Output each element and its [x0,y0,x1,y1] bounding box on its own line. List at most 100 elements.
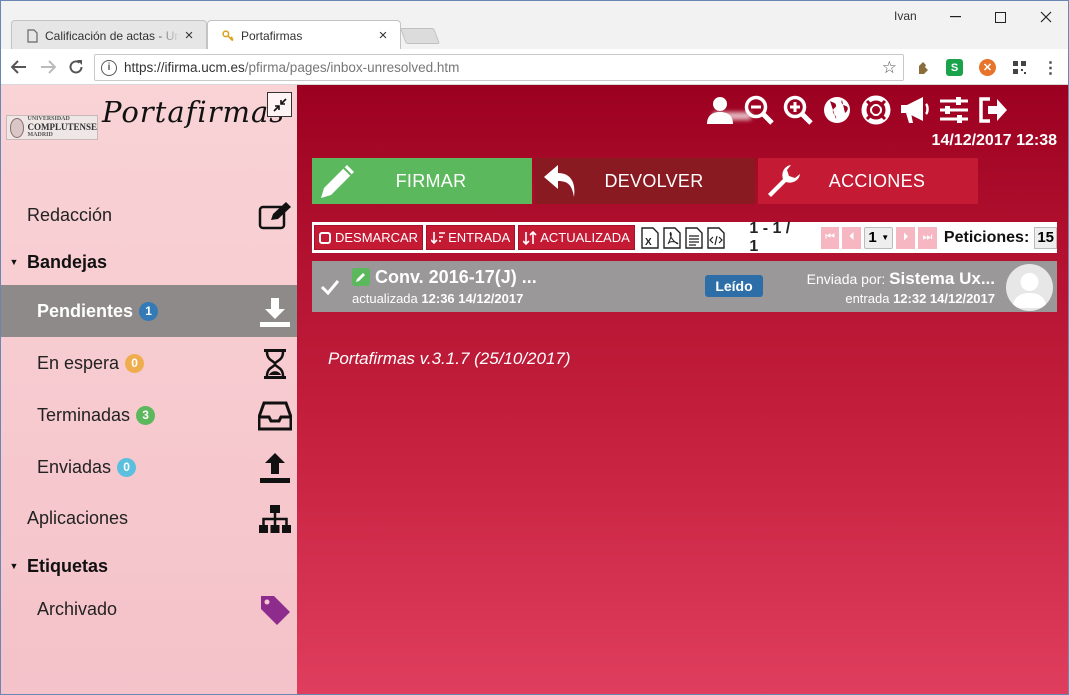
pencil-icon [316,158,360,204]
request-updated: actualizada 12:36 14/12/2017 [352,291,523,306]
tab-title: Calificación de actas - Un [45,28,180,43]
export-pdf-icon[interactable] [663,226,682,249]
sidebar-item-pendientes[interactable]: Pendientes 1 [1,285,297,337]
export-excel-icon[interactable]: X [641,226,660,249]
avatar [1006,264,1053,311]
page-select[interactable]: 1 ▼ [864,226,894,249]
current-datetime: 14/12/2017 12:38 [931,132,1057,149]
close-window-button[interactable] [1023,6,1068,28]
button-label: DEVOLVER [604,170,704,191]
extension-s-icon[interactable]: S [946,59,963,76]
tab-close-button[interactable]: × [180,27,198,44]
sidebar-item-archivado[interactable]: Archivado [1,583,297,635]
tab-portafirmas[interactable]: Portafirmas × [207,20,401,50]
zoom-in-icon[interactable] [781,94,814,127]
status-badge: Leído [705,275,763,297]
next-page-button[interactable]: ⏵ [896,226,916,249]
megaphone-icon[interactable] [898,94,931,127]
section-bandejas[interactable]: ▼ Bandejas [1,247,297,277]
list-toolbar: DESMARCAR ENTRADA ACTUALIZADA X 1 - 1 / … [312,219,1058,255]
reply-arrow-icon [539,158,583,204]
sender-value: Sistema Ux... [889,269,995,288]
app-title: Portafirmas [102,95,286,129]
svg-text:X: X [645,237,652,248]
maximize-button[interactable] [977,6,1023,28]
button-label: ACCIONES [828,170,926,191]
bookmark-star-icon[interactable]: ☆ [882,58,897,78]
sidebar-item-label: Redacción [27,204,113,225]
settings-sliders-icon[interactable] [937,94,970,127]
key-icon [222,29,234,43]
url-host: https://ifirma.ucm.es [124,60,245,75]
forward-button[interactable] [38,57,58,77]
sidebar-item-label: Terminadas [37,404,131,425]
request-row[interactable]: Conv. 2016-17(J) ... actualizada 12:36 1… [312,261,1057,312]
tab-calificacion[interactable]: Calificación de actas - Un × [11,20,207,50]
extension-scanner-icon[interactable] [915,59,932,76]
logout-icon[interactable] [976,94,1009,127]
sitemap-icon [258,502,292,536]
count-badge: 1 [139,301,159,321]
globe-icon[interactable] [820,94,853,127]
zoom-out-icon[interactable] [742,94,775,127]
profile-name[interactable]: Ivan [894,9,917,23]
caret-down-icon: ▼ [9,561,19,571]
updated-label: actualizada [352,291,418,306]
firmar-button[interactable]: FIRMAR [312,158,532,204]
last-page-button[interactable]: ⏭ [918,226,937,249]
main-panel: 14/12/2017 12:38 FIRMAR DEVOLVER ACCIONE… [297,85,1068,694]
collapse-sidebar-button[interactable] [267,92,292,117]
url-path: /pfirma/pages/inbox-unresolved.htm [244,60,460,75]
university-seal-icon [10,117,25,138]
request-entry: entrada 12:32 14/12/2017 [845,291,995,306]
sidebar-item-enviadas[interactable]: Enviadas 0 [1,441,297,493]
minimize-button[interactable] [932,6,978,28]
acciones-button[interactable]: ACCIONES [758,158,978,204]
logo-line2: COMPLUTENSE [27,121,97,132]
sidebar-item-redaccion[interactable]: Redacción [1,189,297,241]
peticiones-per-page-input[interactable]: 15 [1034,226,1058,249]
sidebar-item-label: Enviadas [37,456,112,477]
menu-icon[interactable]: ⋮ [1042,59,1059,77]
sort-entrada-button[interactable]: ENTRADA [426,225,516,250]
checkmark-icon[interactable] [320,277,340,297]
entry-label: entrada [845,291,890,306]
tab-title: Portafirmas [241,28,303,43]
page-select-value: 1 [868,229,877,246]
desmarcar-button[interactable]: DESMARCAR [314,225,424,250]
site-info-icon[interactable]: i [101,59,117,76]
export-text-icon[interactable] [685,226,704,249]
request-title[interactable]: Conv. 2016-17(J) ... [375,267,537,288]
new-tab-button[interactable] [400,28,440,44]
peticiones-label: Peticiones: [943,228,1030,246]
help-lifebuoy-icon[interactable] [859,94,892,127]
reload-button[interactable] [66,57,86,77]
extension-orange-icon[interactable]: ✕ [979,59,996,76]
app-version: Portafirmas v.3.1.7 (25/10/2017) [328,349,571,368]
user-icon[interactable] [703,94,736,127]
sidebar-item-aplicaciones[interactable]: Aplicaciones [1,492,297,544]
sidebar-item-terminadas[interactable]: Terminadas 3 [1,389,297,441]
first-page-button[interactable]: ⏮ [820,226,840,249]
sidebar-item-en-espera[interactable]: En espera 0 [1,337,297,389]
browser-toolbar: i https://ifirma.ucm.es /pfirma/pages/in… [1,49,1068,85]
pagination-range: 1 - 1 / 1 [749,219,791,255]
caret-down-icon: ▼ [9,257,19,267]
tab-close-button[interactable]: × [374,27,392,44]
extension-qr-icon[interactable] [1011,59,1028,76]
sender-label: Enviada por: [806,271,886,287]
sort-desc-icon [431,231,446,244]
university-logo: UNIVERSIDAD COMPLUTENSE MADRID [6,115,98,140]
address-bar[interactable]: i https://ifirma.ucm.es /pfirma/pages/in… [94,54,904,81]
devolver-button[interactable]: DEVOLVER [535,158,755,204]
logo-line3: MADRID [27,132,53,139]
section-etiquetas[interactable]: ▼ Etiquetas [1,551,297,581]
button-label: DESMARCAR [335,230,419,245]
section-label: Etiquetas [27,555,109,576]
top-toolbar [703,93,1009,127]
prev-page-button[interactable]: ⏴ [842,226,862,249]
export-xml-icon[interactable] [706,226,725,249]
hourglass-icon [258,347,292,381]
sort-actualizada-button[interactable]: ACTUALIZADA [518,225,635,250]
back-button[interactable] [9,57,29,77]
